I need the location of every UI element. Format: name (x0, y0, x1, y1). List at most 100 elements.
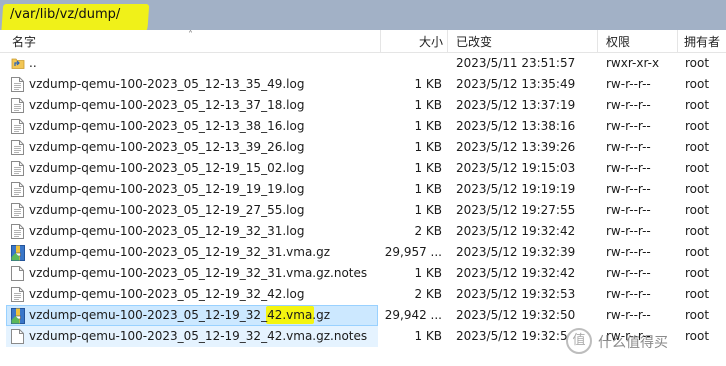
file-size: 1 KB (414, 98, 442, 112)
file-row[interactable]: vzdump-qemu-100-2023_05_12-19_32_31.vma.… (0, 263, 726, 284)
file-modified: 2023/5/12 13:37:19 (456, 98, 576, 112)
blank-file-icon (11, 329, 24, 344)
watermark-logo-icon: 值 (566, 328, 592, 354)
file-row[interactable]: vzdump-qemu-100-2023_05_12-13_37_18.log 1… (0, 95, 726, 116)
file-permissions: rw-r--r-- (606, 224, 651, 238)
file-owner: root (685, 266, 710, 280)
file-permissions: rw-r--r-- (606, 287, 651, 301)
file-owner: root (685, 77, 710, 91)
file-permissions: rw-r--r-- (606, 245, 651, 259)
column-header-row: ˄ 名字 大小 已改变 权限 拥有者 (0, 30, 726, 53)
file-size: 1 KB (414, 329, 442, 343)
file-size: 1 KB (414, 77, 442, 91)
file-size: 1 KB (414, 203, 442, 217)
file-name: vzdump-qemu-100-2023_05_12-19_32_31.vma.… (29, 245, 331, 259)
watermark-text: 什么值得买 (598, 335, 668, 351)
file-modified: 2023/5/12 19:32:53 (456, 287, 576, 301)
file-permissions: rw-r--r-- (606, 140, 651, 154)
file-owner: root (685, 245, 710, 259)
blank-file-icon (11, 266, 24, 281)
file-modified: 2023/5/12 19:32:42 (456, 224, 576, 238)
column-header-name[interactable]: 名字 (12, 33, 36, 50)
file-permissions: rw-r--r-- (606, 182, 651, 196)
file-name: vzdump-qemu-100-2023_05_12-19_32_42.log (29, 287, 305, 301)
file-owner: root (685, 56, 710, 70)
file-row[interactable]: vzdump-qemu-100-2023_05_12-19_15_02.log 1… (0, 158, 726, 179)
path-bar[interactable]: /var/lib/vz/dump/ (0, 0, 726, 40)
file-size: 2 KB (414, 224, 442, 238)
archive-file-icon (11, 245, 25, 261)
file-name: vzdump-qemu-100-2023_05_12-19_19_19.log (29, 182, 305, 196)
file-row[interactable]: vzdump-qemu-100-2023_05_12-13_39_26.log 1… (0, 137, 726, 158)
file-row[interactable]: vzdump-qemu-100-2023_05_12-19_32_42.log 2… (0, 284, 726, 305)
file-size: 1 KB (414, 182, 442, 196)
column-header-modified[interactable]: 已改变 (456, 33, 492, 50)
file-modified: 2023/5/12 19:32:39 (456, 245, 576, 259)
sort-ascending-icon: ˄ (188, 30, 193, 41)
path-text: /var/lib/vz/dump/ (10, 7, 121, 22)
column-divider[interactable] (380, 30, 381, 52)
file-modified: 2023/5/12 19:32:50 (456, 308, 576, 322)
file-owner: root (685, 203, 710, 217)
file-owner: root (685, 119, 710, 133)
text-file-icon (11, 203, 24, 218)
file-size: 1 KB (414, 119, 442, 133)
file-owner: root (685, 161, 710, 175)
file-owner: root (685, 308, 710, 322)
file-modified: 2023/5/12 13:38:16 (456, 119, 576, 133)
column-divider[interactable] (677, 30, 678, 52)
file-owner: root (685, 98, 710, 112)
text-file-icon (11, 140, 24, 155)
file-name: vzdump-qemu-100-2023_05_12-19_32_42.vma.… (29, 329, 368, 343)
column-header-permissions[interactable]: 权限 (606, 33, 630, 50)
file-row[interactable]: vzdump-qemu-100-2023_05_12-19_27_55.log 1… (0, 200, 726, 221)
file-row[interactable]: vzdump-qemu-100-2023_05_12-19_32_31.log 2… (0, 221, 726, 242)
file-modified: 2023/5/12 19:19:19 (456, 182, 576, 196)
file-name: vzdump-qemu-100-2023_05_12-13_35_49.log (29, 77, 305, 91)
file-name: vzdump-qemu-100-2023_05_12-13_38_16.log (29, 119, 305, 133)
file-permissions: rw-r--r-- (606, 203, 651, 217)
file-name: vzdump-qemu-100-2023_05_12-19_27_55.log (29, 203, 305, 217)
file-modified: 2023/5/12 19:32:5 (456, 329, 568, 343)
text-file-icon (11, 287, 24, 302)
text-file-icon (11, 182, 24, 197)
file-permissions: rwxr-xr-x (606, 56, 660, 70)
file-modified: 2023/5/12 19:15:03 (456, 161, 576, 175)
file-owner: root (685, 224, 710, 238)
watermark: 值 什么值得买 (560, 326, 726, 366)
column-header-owner[interactable]: 拥有者 (684, 33, 720, 50)
file-size: 1 KB (414, 266, 442, 280)
file-size: 29,957 ... (384, 245, 442, 259)
file-row[interactable]: vzdump-qemu-100-2023_05_12-19_32_42.vma.… (0, 305, 726, 326)
file-size: 29,942 ... (384, 308, 442, 322)
text-file-icon (11, 224, 24, 239)
file-owner: root (685, 182, 710, 196)
file-size: 1 KB (414, 161, 442, 175)
file-permissions: rw-r--r-- (606, 161, 651, 175)
text-file-icon (11, 98, 24, 113)
file-row[interactable]: .. 2023/5/11 23:51:57 rwxr-xr-x root (0, 53, 726, 74)
text-file-icon (11, 77, 24, 92)
file-size: 1 KB (414, 140, 442, 154)
file-name: vzdump-qemu-100-2023_05_12-19_32_42.vma.… (29, 308, 331, 322)
file-permissions: rw-r--r-- (606, 77, 651, 91)
file-permissions: rw-r--r-- (606, 308, 651, 322)
file-permissions: rw-r--r-- (606, 98, 651, 112)
column-divider[interactable] (447, 30, 448, 52)
file-permissions: rw-r--r-- (606, 119, 651, 133)
column-divider[interactable] (597, 30, 598, 52)
column-header-size[interactable]: 大小 (419, 33, 443, 50)
file-owner: root (685, 140, 710, 154)
file-modified: 2023/5/12 19:27:55 (456, 203, 576, 217)
file-row[interactable]: vzdump-qemu-100-2023_05_12-19_19_19.log 1… (0, 179, 726, 200)
file-row[interactable]: vzdump-qemu-100-2023_05_12-13_35_49.log 1… (0, 74, 726, 95)
archive-file-icon (11, 308, 25, 324)
file-modified: 2023/5/12 13:39:26 (456, 140, 576, 154)
file-name: vzdump-qemu-100-2023_05_12-19_15_02.log (29, 161, 305, 175)
file-modified: 2023/5/12 13:35:49 (456, 77, 576, 91)
file-size: 2 KB (414, 287, 442, 301)
parent-folder-icon (11, 56, 25, 71)
file-permissions: rw-r--r-- (606, 266, 651, 280)
file-row[interactable]: vzdump-qemu-100-2023_05_12-19_32_31.vma.… (0, 242, 726, 263)
file-row[interactable]: vzdump-qemu-100-2023_05_12-13_38_16.log 1… (0, 116, 726, 137)
